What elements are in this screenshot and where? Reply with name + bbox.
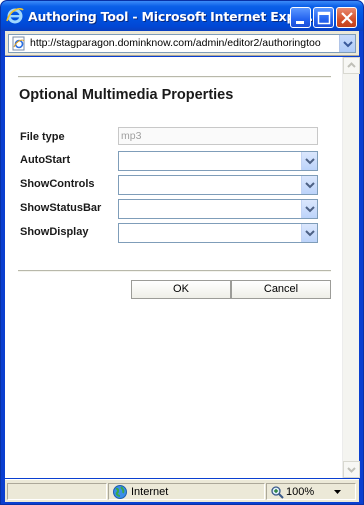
address-url: http://stagparagon.dominknow.com/admin/e… <box>30 37 321 49</box>
top-divider <box>18 76 331 78</box>
address-bar: http://stagparagon.dominknow.com/admin/e… <box>5 31 359 56</box>
zoom-control[interactable]: 100% <box>266 483 356 500</box>
maximize-icon <box>317 11 331 25</box>
scroll-up-button[interactable] <box>343 57 360 74</box>
showdisplay-dropdown-button[interactable] <box>301 224 317 242</box>
page-content: Optional Multimedia Properties File type… <box>5 57 342 478</box>
status-zone-cell: Internet <box>108 483 265 500</box>
autostart-label: AutoStart <box>20 154 71 166</box>
showdisplay-select[interactable] <box>118 223 318 243</box>
showstatusbar-label: ShowStatusBar <box>20 202 102 214</box>
page-icon <box>12 36 25 51</box>
chevron-up-icon <box>347 62 356 68</box>
zoom-icon <box>271 486 284 499</box>
maximize-button[interactable] <box>313 7 334 28</box>
file-type-field: mp3 <box>118 127 318 145</box>
scroll-down-button[interactable] <box>343 461 360 478</box>
autostart-select[interactable] <box>118 151 318 171</box>
address-dropdown-button[interactable] <box>339 35 355 52</box>
chevron-down-icon <box>305 158 315 165</box>
ok-button[interactable]: OK <box>131 280 231 299</box>
vertical-scrollbar[interactable] <box>342 57 360 478</box>
file-type-value: mp3 <box>121 130 142 142</box>
status-bar: Internet 100% <box>5 479 359 502</box>
address-field[interactable]: http://stagparagon.dominknow.com/admin/e… <box>8 34 356 53</box>
bottom-divider <box>18 270 331 272</box>
page-title: Optional Multimedia Properties <box>19 87 234 103</box>
chevron-down-icon <box>305 206 315 213</box>
internet-explorer-icon <box>6 7 24 24</box>
cancel-button[interactable]: Cancel <box>231 280 331 299</box>
window-title: Authoring Tool - Microsoft Internet Expl… <box>28 9 313 24</box>
chevron-down-icon <box>347 467 356 473</box>
showstatusbar-select[interactable] <box>118 199 318 219</box>
showcontrols-dropdown-button[interactable] <box>301 176 317 194</box>
showdisplay-label: ShowDisplay <box>20 226 89 238</box>
status-message-cell <box>7 483 107 500</box>
title-bar[interactable]: Authoring Tool - Microsoft Internet Expl… <box>1 1 363 31</box>
zoom-level: 100% <box>286 486 315 498</box>
minimize-icon <box>296 21 304 24</box>
close-button[interactable] <box>336 7 357 28</box>
security-zone-label: Internet <box>131 486 169 498</box>
browser-window: Authoring Tool - Microsoft Internet Expl… <box>0 0 364 505</box>
autostart-dropdown-button[interactable] <box>301 152 317 170</box>
close-icon <box>341 12 353 24</box>
chevron-down-icon <box>334 490 341 494</box>
file-type-label: File type <box>20 131 65 143</box>
showcontrols-select[interactable] <box>118 175 318 195</box>
chevron-down-icon <box>305 182 315 189</box>
showcontrols-label: ShowControls <box>20 178 95 190</box>
globe-icon <box>113 485 127 499</box>
showstatusbar-dropdown-button[interactable] <box>301 200 317 218</box>
chevron-down-icon <box>343 41 353 48</box>
minimize-button[interactable] <box>290 7 311 28</box>
chevron-down-icon <box>305 230 315 237</box>
